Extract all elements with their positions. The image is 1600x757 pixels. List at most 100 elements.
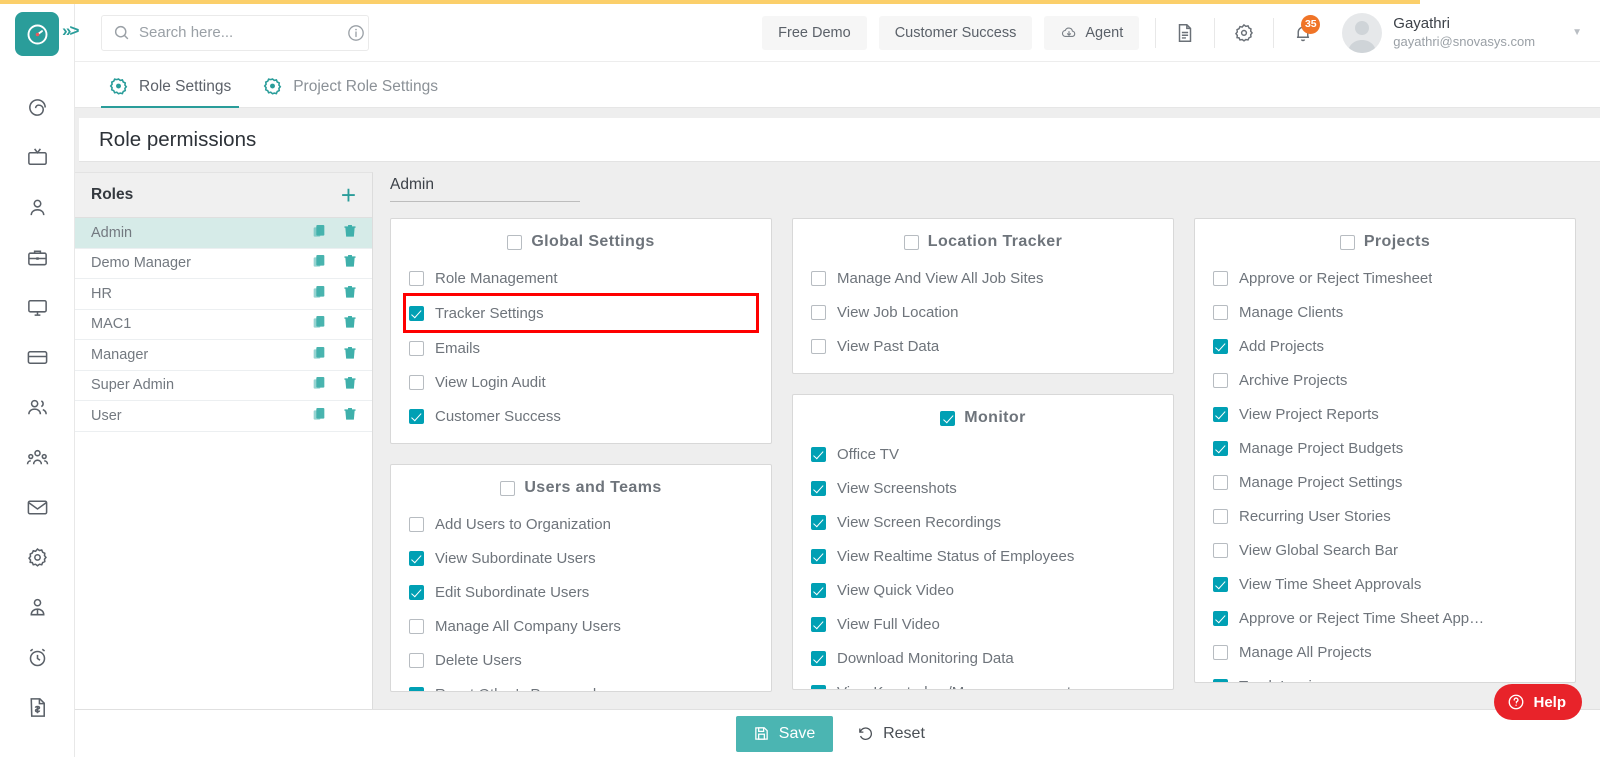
permission-row[interactable]: Emails bbox=[391, 331, 771, 365]
trash-icon[interactable] bbox=[342, 314, 358, 334]
checkbox[interactable] bbox=[811, 339, 826, 354]
checkbox[interactable] bbox=[811, 685, 826, 691]
permission-row[interactable]: View Global Search Bar bbox=[1195, 533, 1575, 567]
reset-button[interactable]: Reset bbox=[843, 716, 940, 752]
role-row[interactable]: MAC1 bbox=[75, 310, 372, 341]
checkbox[interactable] bbox=[409, 271, 424, 286]
checkbox[interactable] bbox=[1213, 407, 1228, 422]
search-input[interactable] bbox=[139, 24, 338, 41]
trash-icon[interactable] bbox=[342, 375, 358, 395]
checkbox[interactable] bbox=[1213, 373, 1228, 388]
checkbox[interactable] bbox=[940, 411, 955, 426]
permission-row[interactable]: Manage Clients bbox=[1195, 295, 1575, 329]
trash-icon[interactable] bbox=[342, 284, 358, 304]
copy-icon[interactable] bbox=[311, 253, 327, 273]
trash-icon[interactable] bbox=[342, 223, 358, 243]
trash-icon[interactable] bbox=[342, 345, 358, 365]
add-role-button[interactable]: + bbox=[341, 182, 356, 208]
checkbox[interactable] bbox=[811, 305, 826, 320]
checkbox[interactable] bbox=[409, 517, 424, 532]
profile-menu[interactable]: Gayathri gayathri@snovasys.com ▼ bbox=[1328, 13, 1600, 53]
sidebar-item-invoices[interactable] bbox=[9, 682, 65, 732]
permission-row[interactable]: View Project Reports bbox=[1195, 397, 1575, 431]
copy-icon[interactable] bbox=[311, 406, 327, 426]
checkbox[interactable] bbox=[811, 617, 826, 632]
role-row[interactable]: User bbox=[75, 401, 372, 432]
trash-icon[interactable] bbox=[342, 253, 358, 273]
permission-row[interactable]: Delete Users bbox=[391, 643, 771, 677]
permission-row[interactable]: Manage All Company Users bbox=[391, 609, 771, 643]
tab-role-settings[interactable]: Role Settings bbox=[93, 77, 247, 107]
role-row[interactable]: Super Admin bbox=[75, 371, 372, 402]
permission-row[interactable]: Archive Projects bbox=[1195, 363, 1575, 397]
permission-row[interactable]: Edit Subordinate Users bbox=[391, 575, 771, 609]
checkbox[interactable] bbox=[409, 619, 424, 634]
permission-row[interactable]: Approve or Reject Timesheet bbox=[1195, 261, 1575, 295]
copy-icon[interactable] bbox=[311, 284, 327, 304]
global-search[interactable] bbox=[101, 15, 369, 51]
role-row[interactable]: HR bbox=[75, 279, 372, 310]
permission-row[interactable]: View Job Location bbox=[793, 295, 1173, 329]
checkbox[interactable] bbox=[811, 481, 826, 496]
checkbox[interactable] bbox=[409, 687, 424, 693]
save-button[interactable]: Save bbox=[736, 716, 833, 752]
checkbox[interactable] bbox=[1213, 509, 1228, 524]
copy-icon[interactable] bbox=[311, 345, 327, 365]
permission-row[interactable]: Manage Project Budgets bbox=[1195, 431, 1575, 465]
sidebar-item-mail[interactable] bbox=[9, 482, 65, 532]
checkbox[interactable] bbox=[1340, 235, 1355, 250]
permission-row[interactable]: View Keystrokes/Mouse movements bbox=[793, 675, 1173, 690]
permission-row[interactable]: View Realtime Status of Employees bbox=[793, 539, 1173, 573]
checkbox[interactable] bbox=[1213, 441, 1228, 456]
sidebar-item-projects[interactable] bbox=[9, 232, 65, 282]
role-row[interactable]: Admin bbox=[75, 218, 372, 249]
permission-row[interactable]: Role Management bbox=[391, 261, 771, 295]
agent-button[interactable]: Agent bbox=[1044, 16, 1139, 50]
checkbox[interactable] bbox=[409, 409, 424, 424]
permission-row[interactable]: View Login Audit bbox=[391, 365, 771, 399]
checkbox[interactable] bbox=[1213, 475, 1228, 490]
sidebar-item-billing[interactable] bbox=[9, 332, 65, 382]
checkbox[interactable] bbox=[811, 549, 826, 564]
checkbox[interactable] bbox=[1213, 611, 1228, 626]
permission-row[interactable]: Add Users to Organization bbox=[391, 507, 771, 541]
app-logo[interactable] bbox=[15, 12, 59, 56]
checkbox[interactable] bbox=[409, 551, 424, 566]
permission-row[interactable]: Office TV bbox=[793, 437, 1173, 471]
checkbox[interactable] bbox=[1213, 339, 1228, 354]
permission-row[interactable]: View Full Video bbox=[793, 607, 1173, 641]
permission-row[interactable]: Manage Project Settings bbox=[1195, 465, 1575, 499]
checkbox[interactable] bbox=[409, 306, 424, 321]
permission-row[interactable]: View Past Data bbox=[793, 329, 1173, 363]
sidebar-item-office-tv[interactable] bbox=[9, 132, 65, 182]
sidebar-item-dashboard[interactable] bbox=[9, 82, 65, 132]
permission-row[interactable]: View Screenshots bbox=[793, 471, 1173, 505]
role-row[interactable]: Demo Manager bbox=[75, 249, 372, 280]
permission-row[interactable]: Track Invoices bbox=[1195, 669, 1575, 683]
permission-row[interactable]: Reset Other's Password bbox=[391, 677, 771, 692]
notifications-button[interactable]: 35 bbox=[1278, 11, 1328, 55]
permission-row[interactable]: Recurring User Stories bbox=[1195, 499, 1575, 533]
checkbox[interactable] bbox=[811, 515, 826, 530]
permission-row[interactable]: View Screen Recordings bbox=[793, 505, 1173, 539]
checkbox[interactable] bbox=[507, 235, 522, 250]
rail-expand-button[interactable]: »> bbox=[62, 20, 90, 42]
checkbox[interactable] bbox=[1213, 271, 1228, 286]
checkbox[interactable] bbox=[1213, 645, 1228, 660]
checkbox[interactable] bbox=[811, 447, 826, 462]
copy-icon[interactable] bbox=[311, 375, 327, 395]
trash-icon[interactable] bbox=[342, 406, 358, 426]
tab-project-role-settings[interactable]: Project Role Settings bbox=[247, 77, 454, 107]
sidebar-item-settings[interactable] bbox=[9, 532, 65, 582]
permission-row[interactable]: Approve or Reject Time Sheet App… bbox=[1195, 601, 1575, 635]
role-name-input[interactable] bbox=[390, 176, 580, 202]
free-demo-button[interactable]: Free Demo bbox=[762, 16, 867, 50]
permission-row[interactable]: Manage All Projects bbox=[1195, 635, 1575, 669]
checkbox[interactable] bbox=[904, 235, 919, 250]
permission-row[interactable]: View Time Sheet Approvals bbox=[1195, 567, 1575, 601]
settings-button[interactable] bbox=[1219, 11, 1269, 55]
help-button[interactable]: Help bbox=[1494, 684, 1582, 720]
checkbox[interactable] bbox=[811, 271, 826, 286]
permission-row[interactable]: Add Projects bbox=[1195, 329, 1575, 363]
checkbox[interactable] bbox=[1213, 305, 1228, 320]
